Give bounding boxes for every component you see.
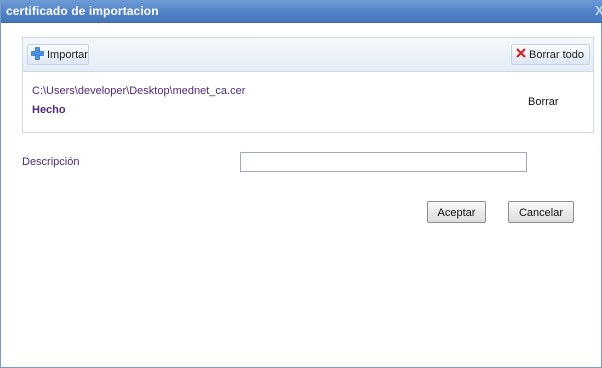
clear-all-button[interactable]: Borrar todo [511, 44, 590, 65]
dialog-title: certificado de importacion [6, 4, 159, 18]
clear-all-button-label: Borrar todo [529, 48, 585, 61]
file-status: Hecho [32, 104, 66, 116]
delete-file-link[interactable]: Borrar [528, 96, 559, 108]
import-button[interactable]: Importar [27, 44, 89, 65]
title-bar[interactable]: certificado de importacion X [1, 0, 602, 23]
description-label: Descripción [22, 156, 80, 168]
accept-button[interactable]: Aceptar [427, 201, 486, 223]
upload-toolbar: Importar Borrar todo [23, 38, 593, 72]
file-list-item: C:\Users\developer\Desktop\mednet_ca.cer… [23, 72, 593, 132]
file-path: C:\Users\developer\Desktop\mednet_ca.cer [32, 85, 246, 97]
file-upload-panel: Importar Borrar todo C:\Users\developer\… [22, 37, 594, 133]
close-icon[interactable]: X [595, 3, 602, 19]
cancel-button[interactable]: Cancelar [508, 201, 574, 223]
import-certificate-dialog: certificado de importacion X Importar Bo… [0, 0, 602, 368]
plus-icon [31, 46, 44, 63]
x-icon [516, 48, 526, 61]
description-input[interactable] [240, 152, 527, 172]
import-button-label: Importar [47, 48, 88, 61]
